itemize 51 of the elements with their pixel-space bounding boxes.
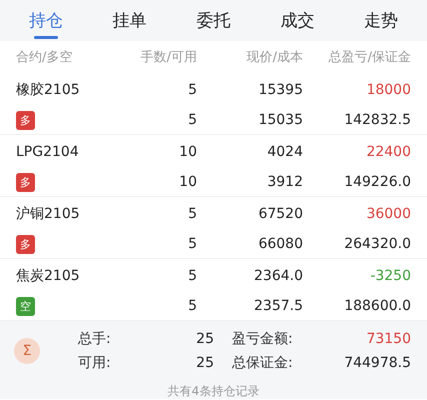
current-price: 2364.0 — [253, 268, 303, 284]
contract-name: 沪铜2105 — [16, 205, 81, 224]
tab[interactable]: 走势 — [339, 0, 423, 41]
margin: 149226.0 — [343, 174, 411, 190]
lots: 5 — [187, 268, 197, 284]
lots: 10 — [178, 144, 197, 160]
tab[interactable]: 成交 — [255, 0, 340, 41]
summary-label: 可用: — [78, 354, 112, 372]
available-lots: 5 — [187, 298, 197, 314]
direction-badge: 多 — [16, 172, 35, 192]
tab[interactable]: 委托 — [172, 0, 256, 41]
summary-value: 25 — [195, 355, 214, 372]
cost-price: 3912 — [266, 174, 303, 190]
margin: 142832.5 — [343, 112, 411, 128]
margin: 264320.0 — [343, 236, 411, 252]
direction-badge: 多 — [16, 234, 35, 254]
summary-value: 25 — [195, 331, 214, 348]
margin: 188600.0 — [343, 298, 411, 314]
footer-text: 共有4条持仓记录 — [168, 384, 260, 398]
lots: 5 — [187, 206, 197, 222]
contract-name: 焦炭2105 — [16, 267, 81, 286]
tab[interactable]: 持仓 — [4, 0, 88, 41]
contract-name: 橡胶2105 — [16, 81, 81, 100]
summary-value: 73150 — [365, 331, 411, 348]
column-header: 现价/成本 — [246, 49, 303, 66]
summary-value: 744978.5 — [344, 355, 411, 372]
profit-loss: 36000 — [365, 206, 411, 222]
summary-label: 总手: — [78, 330, 112, 348]
sum-icon: Σ — [14, 338, 40, 364]
column-header: 合约/多空 — [16, 49, 74, 66]
tab[interactable]: 挂单 — [88, 0, 172, 41]
column-header: 手数/可用 — [140, 49, 197, 66]
summary-label: 总保证金: — [231, 354, 294, 372]
available-lots: 10 — [178, 174, 197, 190]
direction-badge: 多 — [16, 110, 35, 130]
summary-label: 盈亏金额: — [231, 330, 294, 348]
cost-price: 66080 — [257, 236, 303, 252]
profit-loss: 18000 — [365, 82, 411, 98]
profit-loss: -3250 — [369, 268, 411, 284]
cost-price: 15035 — [257, 112, 303, 128]
available-lots: 5 — [187, 236, 197, 252]
lots: 5 — [187, 82, 197, 98]
current-price: 67520 — [257, 206, 303, 222]
current-price: 15395 — [257, 82, 303, 98]
direction-badge: 空 — [16, 296, 35, 316]
profit-loss: 22400 — [365, 144, 411, 160]
current-price: 4024 — [266, 144, 303, 160]
cost-price: 2357.5 — [253, 298, 303, 314]
contract-name: LPG2104 — [16, 144, 80, 160]
available-lots: 5 — [187, 112, 197, 128]
column-header: 总盈亏/保证金 — [328, 49, 411, 66]
